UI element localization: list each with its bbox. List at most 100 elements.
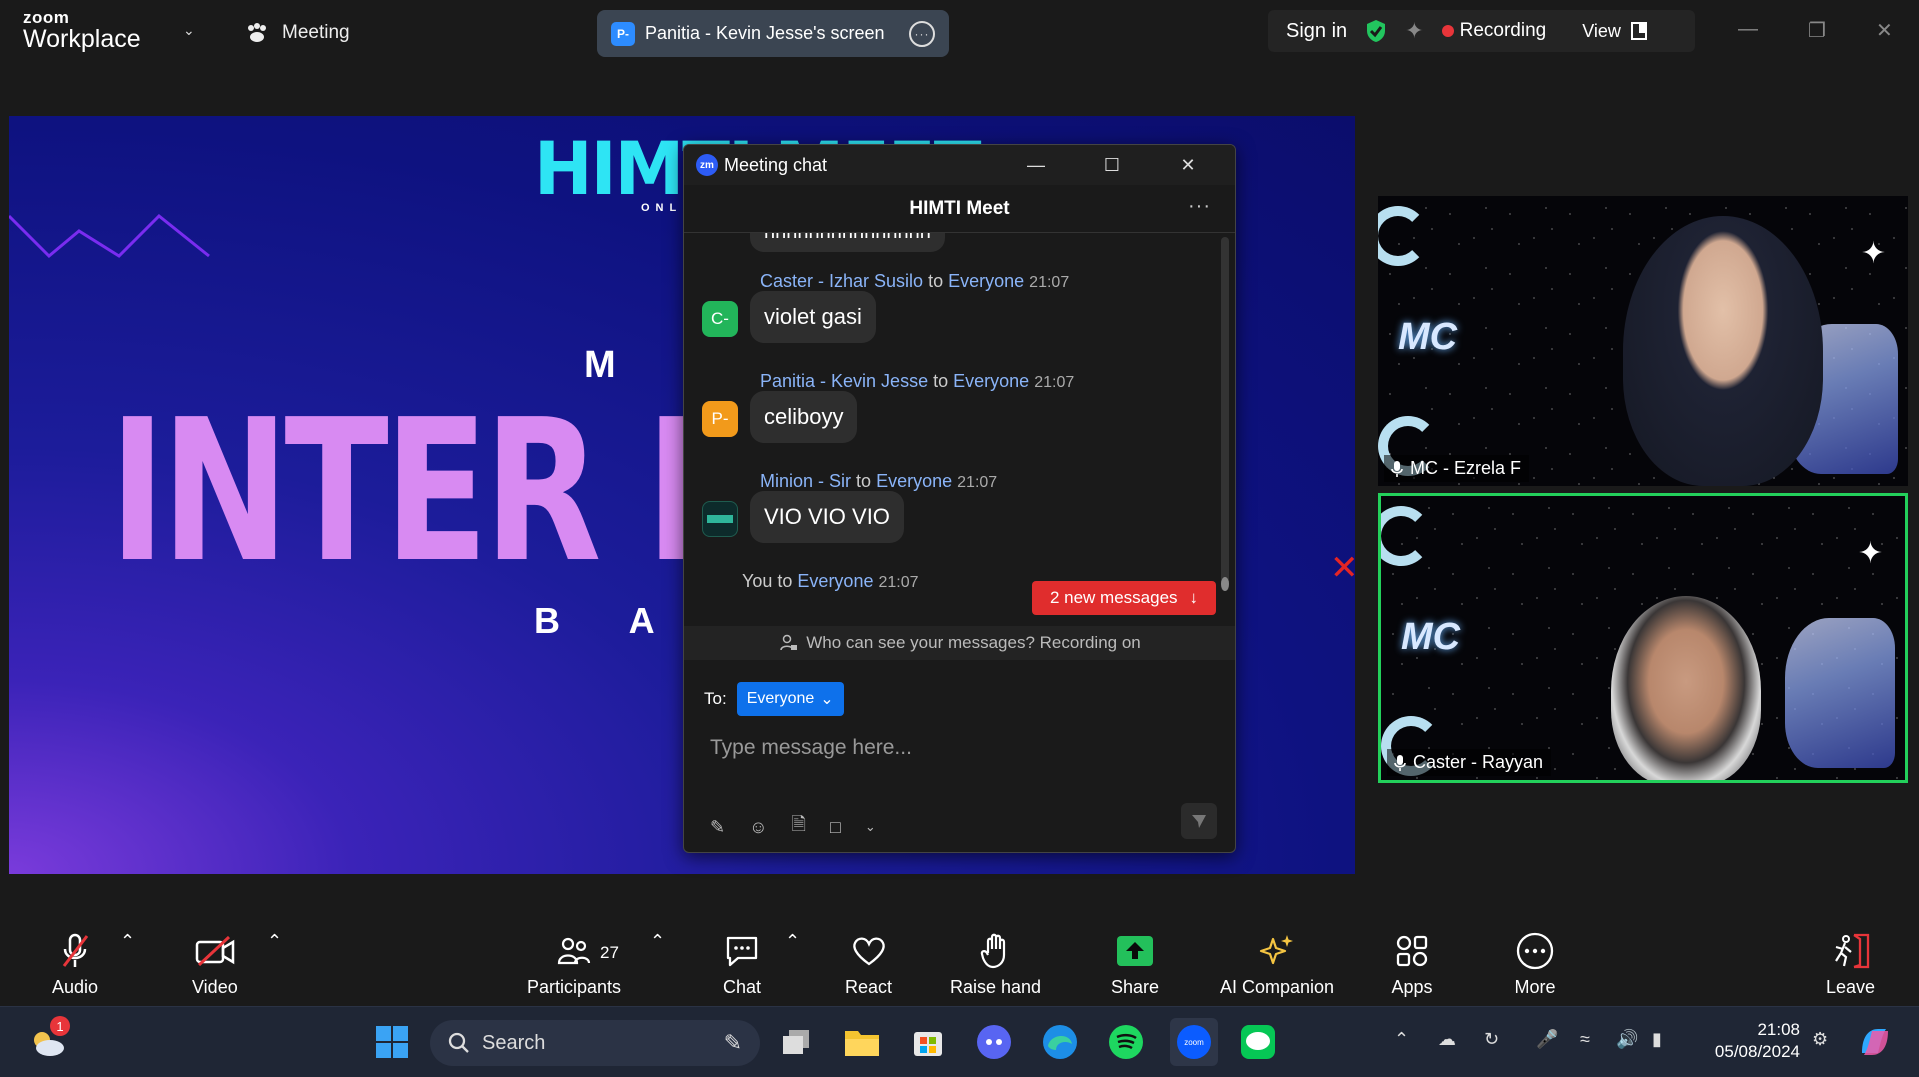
volume-icon[interactable]: 🔊 xyxy=(1616,1029,1638,1050)
send-button[interactable] xyxy=(1181,803,1217,839)
message-recipient[interactable]: Everyone xyxy=(876,471,952,491)
red-x-icon: ✕ xyxy=(1330,549,1359,587)
audio-options-caret[interactable]: ⌃ xyxy=(120,931,135,952)
copilot-icon[interactable] xyxy=(1855,1022,1895,1062)
meeting-menu-button[interactable]: Meeting xyxy=(246,18,350,48)
share-button[interactable]: Share xyxy=(1111,931,1159,998)
ai-sparkle-icon[interactable]: ✦ xyxy=(1405,18,1423,44)
task-view-icon[interactable] xyxy=(776,1022,816,1062)
discord-icon[interactable] xyxy=(974,1022,1014,1062)
recording-indicator[interactable]: Recording xyxy=(1441,20,1547,42)
minimize-icon[interactable]: — xyxy=(1738,18,1758,41)
taskbar-search[interactable]: Search ✎ xyxy=(430,1020,760,1066)
participant-name: MC - Ezrela F xyxy=(1410,458,1522,478)
muted-mic-icon xyxy=(1391,460,1403,477)
video-tile[interactable]: MC ✦ MC - Ezrela F xyxy=(1378,196,1908,486)
audio-label: Audio xyxy=(52,977,99,997)
video-button[interactable]: Video xyxy=(192,931,238,998)
chat-close-icon[interactable]: ✕ xyxy=(1153,155,1223,176)
restore-icon[interactable]: ❐ xyxy=(1808,18,1826,43)
system-clock[interactable]: 21:08 05/08/2024 xyxy=(1700,1019,1800,1063)
new-messages-label: 2 new messages xyxy=(1049,588,1178,607)
react-button[interactable]: React xyxy=(845,931,892,998)
privacy-notice[interactable]: Who can see your messages? Recording on xyxy=(684,626,1235,660)
view-label: View xyxy=(1582,20,1621,41)
chat-bubble-icon xyxy=(720,931,764,971)
line-app-icon[interactable] xyxy=(1238,1022,1278,1062)
start-button[interactable] xyxy=(372,1022,412,1062)
zoom-app-icon[interactable]: zoom xyxy=(1170,1018,1218,1066)
message-recipient[interactable]: Everyone xyxy=(797,571,873,591)
microphone-icon[interactable]: 🎤 xyxy=(1536,1029,1558,1050)
message-recipient[interactable]: Everyone xyxy=(953,371,1029,391)
chat-options-caret[interactable]: ⌃ xyxy=(785,931,800,952)
chat-maximize-icon[interactable]: ☐ xyxy=(1077,155,1147,176)
notifications-icon[interactable]: ⚙ xyxy=(1812,1029,1828,1050)
onedrive-cloud-icon[interactable]: ☁ xyxy=(1438,1029,1456,1050)
screenshot-icon[interactable]: □ xyxy=(830,817,841,838)
store-icon[interactable] xyxy=(908,1022,948,1062)
spotify-icon[interactable] xyxy=(1106,1022,1146,1062)
sync-icon[interactable]: ↻ xyxy=(1484,1029,1499,1050)
file-explorer-icon[interactable] xyxy=(842,1022,882,1062)
chat-button[interactable]: Chat xyxy=(720,931,764,998)
screen-share-pill[interactable]: P- Panitia - Kevin Jesse's screen ··· xyxy=(597,10,949,57)
mc-logo: MC xyxy=(1398,316,1458,358)
tray-overflow-icon[interactable]: ⌃ xyxy=(1394,1029,1409,1050)
battery-icon[interactable]: ▮ xyxy=(1652,1029,1662,1050)
share-screen-icon xyxy=(1113,931,1157,971)
file-icon[interactable]: 🗎 xyxy=(791,812,805,842)
chat-message-input[interactable] xyxy=(710,731,1210,765)
recording-label: Recording xyxy=(1459,20,1547,41)
chat-toolbar: ✎ ☺ 🗎 □ ⌄ xyxy=(710,812,876,842)
new-messages-button[interactable]: 2 new messages ↓ xyxy=(1032,581,1216,615)
message-meta: Caster - Izhar Susilo to Everyone 21:07 xyxy=(760,271,1069,292)
chat-scrollbar[interactable] xyxy=(1221,237,1229,591)
meeting-label: Meeting xyxy=(282,22,350,43)
message-body: violet gasi xyxy=(764,304,862,329)
raise-hand-button[interactable]: Raise hand xyxy=(950,931,1041,998)
security-shield-icon[interactable] xyxy=(1365,19,1387,43)
participants-options-caret[interactable]: ⌃ xyxy=(650,931,665,952)
format-text-icon[interactable]: ✎ xyxy=(710,817,725,838)
people-lock-icon xyxy=(780,634,798,651)
edge-browser-icon[interactable] xyxy=(1040,1022,1080,1062)
apps-button[interactable]: Apps xyxy=(1390,931,1434,998)
search-icon xyxy=(448,1032,469,1053)
message-recipient[interactable]: Everyone xyxy=(948,271,1024,291)
message-sender[interactable]: Panitia - Kevin Jesse xyxy=(760,371,928,391)
clock-time: 21:08 xyxy=(1757,1020,1800,1039)
close-icon[interactable]: ✕ xyxy=(1876,18,1893,43)
ai-companion-button[interactable]: AI Companion xyxy=(1220,931,1334,998)
muted-microphone-icon xyxy=(53,931,97,971)
chat-titlebar[interactable]: zm Meeting chat — ☐ ✕ xyxy=(684,145,1235,185)
scrollbar-thumb[interactable] xyxy=(1221,577,1229,591)
more-options-icon[interactable]: ··· xyxy=(909,20,935,47)
wifi-icon[interactable]: ≈ xyxy=(1580,1029,1590,1050)
emoji-icon[interactable]: ☺ xyxy=(749,817,767,838)
view-button[interactable]: View xyxy=(1582,21,1647,42)
chat-minimize-icon[interactable]: — xyxy=(1001,155,1071,176)
chevron-down-icon[interactable]: ⌄ xyxy=(865,819,876,835)
ai-companion-label: AI Companion xyxy=(1220,977,1335,997)
video-tile-active-speaker[interactable]: MC ✦ Caster - Rayyan xyxy=(1378,493,1908,783)
slide-title: INTER D xyxy=(109,378,772,606)
weather-widget[interactable]: 1 xyxy=(28,1016,70,1062)
mc-logo: MC xyxy=(1401,616,1461,658)
video-options-caret[interactable]: ⌃ xyxy=(267,931,282,952)
chat-message-list[interactable]: hhhhhhhhhhhhhhh Caster - Izhar Susilo to… xyxy=(684,233,1224,603)
chevron-down-icon[interactable]: ⌄ xyxy=(183,22,195,39)
message-to: to xyxy=(856,471,872,491)
message-time: 21:07 xyxy=(878,574,919,591)
more-button[interactable]: More xyxy=(1513,931,1557,998)
message-text: violet gasi xyxy=(750,291,876,343)
message-sender[interactable]: Minion - Sir xyxy=(760,471,851,491)
recipient-dropdown[interactable]: Everyone ⌄ xyxy=(736,682,844,716)
participants-button[interactable]: 27 Participants xyxy=(527,931,621,998)
message-sender[interactable]: Caster - Izhar Susilo xyxy=(760,271,923,291)
avatar xyxy=(702,501,738,537)
chat-more-icon[interactable]: ··· xyxy=(1188,195,1211,218)
leave-button[interactable]: Leave xyxy=(1826,931,1875,998)
sign-in-link[interactable]: Sign in xyxy=(1286,20,1347,43)
audio-button[interactable]: Audio xyxy=(52,931,98,998)
